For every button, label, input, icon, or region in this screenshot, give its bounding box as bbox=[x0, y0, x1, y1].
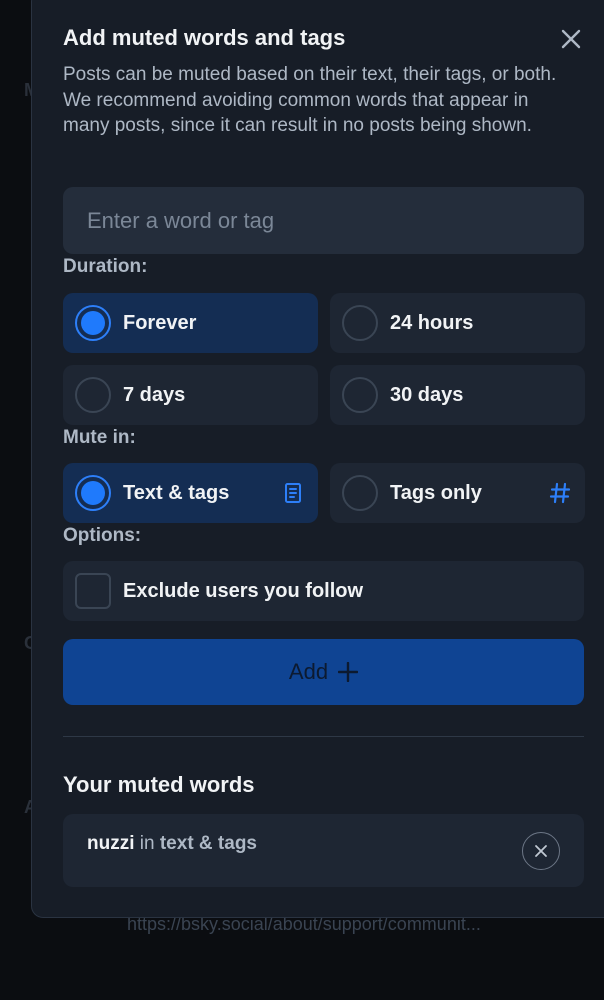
duration-label: Duration: bbox=[63, 256, 148, 277]
checkbox-icon[interactable] bbox=[75, 573, 111, 609]
radio-icon bbox=[75, 377, 111, 413]
duration-option-30-days[interactable]: 30 days bbox=[330, 365, 585, 425]
option-label: 30 days bbox=[390, 384, 464, 406]
muted-word-in: in bbox=[139, 833, 155, 854]
mute-in-option-text-and-tags[interactable]: Text & tags bbox=[63, 463, 318, 523]
word-input[interactable] bbox=[63, 187, 584, 254]
radio-icon bbox=[342, 377, 378, 413]
radio-icon bbox=[342, 475, 378, 511]
close-button[interactable] bbox=[557, 25, 585, 53]
radio-icon bbox=[342, 305, 378, 341]
remove-muted-word-button[interactable] bbox=[522, 832, 560, 870]
option-label: Tags only bbox=[390, 482, 482, 504]
options-label: Options: bbox=[63, 525, 142, 546]
checkbox-label: Exclude users you follow bbox=[123, 580, 364, 602]
duration-option-7-days[interactable]: 7 days bbox=[63, 365, 318, 425]
muted-words-dialog: Add muted words and tags Posts can be mu… bbox=[31, 0, 604, 918]
muted-words-heading: Your muted words bbox=[63, 772, 255, 797]
close-circle-icon bbox=[535, 845, 547, 857]
option-label: Text & tags bbox=[123, 482, 230, 504]
divider bbox=[63, 736, 584, 737]
muted-word-scope: text & tags bbox=[159, 833, 257, 854]
add-button-label: Add bbox=[288, 659, 329, 684]
duration-option-forever[interactable]: Forever bbox=[63, 293, 318, 353]
hashtag-icon bbox=[549, 482, 571, 504]
option-label: 7 days bbox=[123, 384, 186, 406]
option-label: Forever bbox=[123, 312, 197, 334]
dialog-description: Posts can be muted based on their text, … bbox=[63, 64, 557, 136]
option-label: 24 hours bbox=[390, 312, 474, 334]
muted-word-text: nuzzi in text & tags bbox=[87, 833, 257, 855]
dialog-title: Add muted words and tags bbox=[63, 25, 346, 50]
add-button[interactable]: Add bbox=[63, 639, 584, 705]
close-icon bbox=[561, 29, 581, 49]
muted-word-item: nuzzi in text & tags bbox=[63, 814, 584, 887]
document-icon bbox=[285, 483, 301, 503]
mute-in-option-tags-only[interactable]: Tags only bbox=[330, 463, 585, 523]
mute-in-label: Mute in: bbox=[63, 427, 136, 448]
plus-icon bbox=[338, 662, 359, 682]
duration-option-24-hours[interactable]: 24 hours bbox=[330, 293, 585, 353]
radio-selected-icon bbox=[75, 475, 111, 511]
muted-word: nuzzi bbox=[87, 833, 135, 854]
exclude-followed-users-checkbox-row[interactable]: Exclude users you follow bbox=[63, 561, 584, 621]
radio-selected-icon bbox=[75, 305, 111, 341]
